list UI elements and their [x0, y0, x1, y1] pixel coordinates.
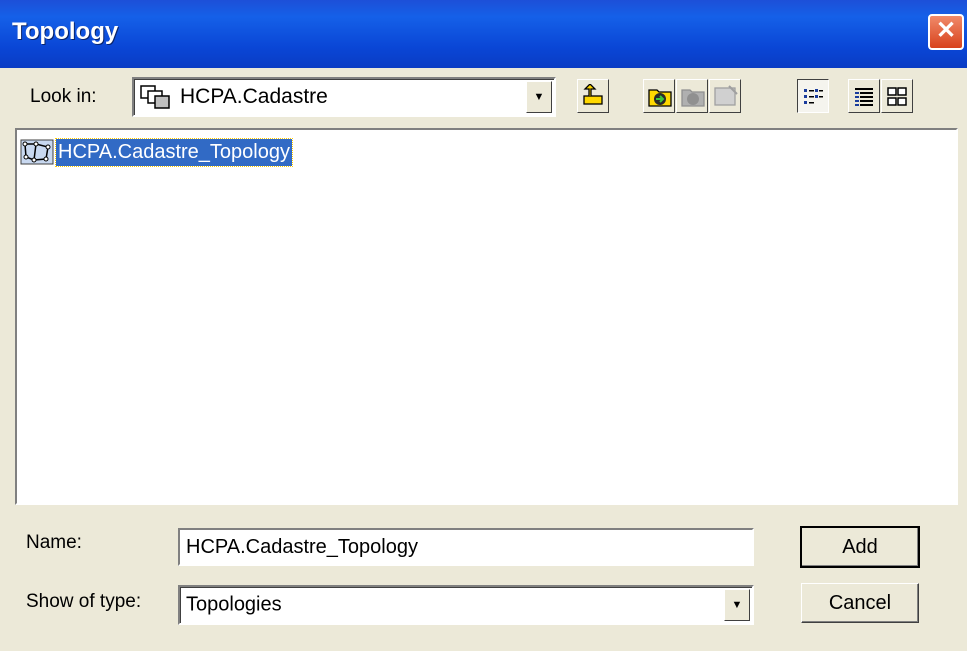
feature-dataset-icon [140, 85, 170, 109]
connect-to-folder-button[interactable] [643, 79, 675, 113]
show-of-type-value: Topologies [186, 593, 282, 616]
thumbnails-view-icon [887, 87, 907, 106]
list-view-icon [804, 89, 823, 104]
add-button[interactable]: Add [800, 526, 920, 568]
list-item[interactable]: HCPA.Cadastre_Topology [20, 137, 293, 167]
topology-icon [20, 139, 54, 165]
look-in-dropdown[interactable]: HCPA.Cadastre ▼ [132, 77, 556, 117]
file-list[interactable]: HCPA.Cadastre_Topology [15, 128, 958, 505]
disconnect-folder-icon [681, 89, 705, 107]
details-view-button[interactable] [848, 79, 880, 113]
details-view-icon [855, 88, 873, 106]
topology-dialog: Topology ✕ Look in: HCPA.Cadastre ▼ HCPA… [0, 0, 967, 651]
dropdown-arrow-icon[interactable]: ▼ [724, 589, 750, 621]
close-icon: ✕ [935, 17, 957, 44]
show-of-type-dropdown[interactable]: Topologies ▼ [178, 585, 754, 625]
title-bar[interactable]: Topology ✕ [0, 0, 967, 68]
name-label: Name: [26, 532, 82, 553]
window-title: Topology [12, 18, 119, 45]
up-folder-icon [583, 84, 603, 105]
up-one-level-button[interactable] [577, 79, 609, 113]
list-view-button[interactable] [797, 79, 829, 113]
connect-folder-icon [648, 89, 672, 107]
show-of-type-label: Show of type: [26, 591, 142, 612]
thumbnails-view-button[interactable] [881, 79, 913, 113]
properties-icon [714, 85, 738, 106]
close-button[interactable]: ✕ [928, 14, 964, 50]
properties-button[interactable] [709, 79, 741, 113]
cancel-button[interactable]: Cancel [801, 583, 919, 623]
dropdown-arrow-icon[interactable]: ▼ [526, 81, 552, 113]
name-input[interactable] [178, 528, 754, 566]
look-in-label: Look in: [30, 86, 97, 107]
list-item-label: HCPA.Cadastre_Topology [55, 137, 293, 167]
look-in-value: HCPA.Cadastre [180, 85, 328, 108]
disconnect-folder-button[interactable] [676, 79, 708, 113]
